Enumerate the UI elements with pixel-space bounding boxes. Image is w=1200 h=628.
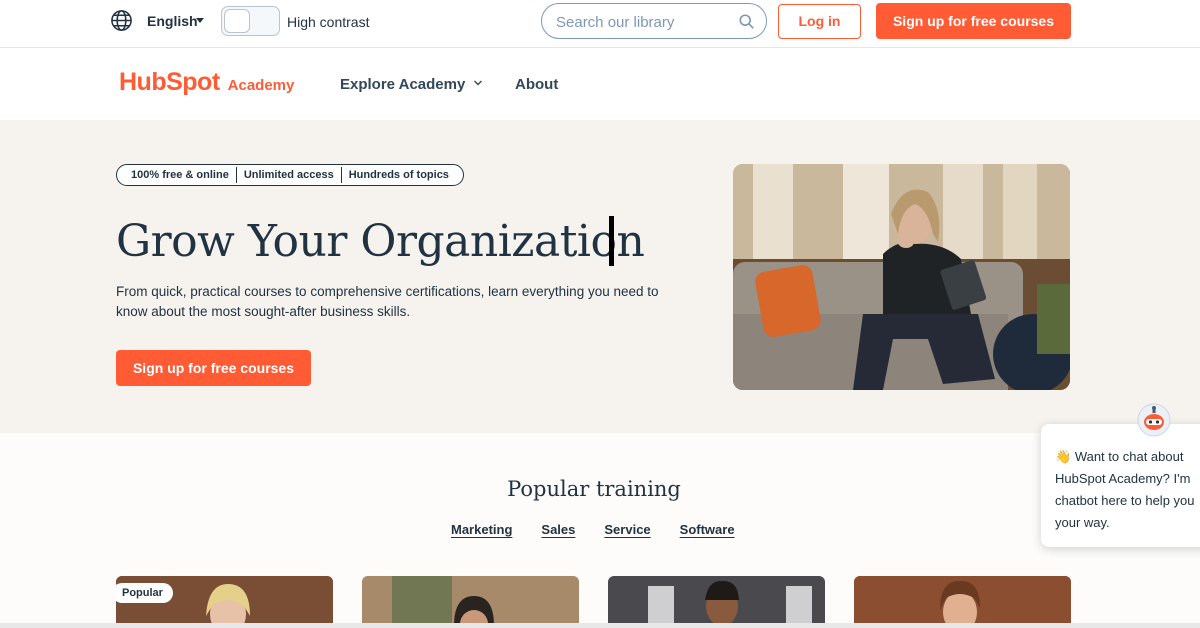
high-contrast-toggle[interactable]	[221, 6, 280, 36]
pill-topics: Hundreds of topics	[340, 167, 456, 183]
nav-about[interactable]: About	[515, 76, 558, 93]
globe-icon[interactable]	[110, 9, 133, 32]
utility-bar: English High contrast Log in Sign up for…	[0, 0, 1200, 48]
pill-unlimited: Unlimited access	[235, 167, 341, 183]
logo-wordmark: HubSpot	[119, 68, 220, 96]
course-card-image	[608, 576, 825, 628]
hero-photo	[733, 164, 1070, 390]
chat-message-text: Want to chat about HubSpot Academy? I'm …	[1055, 449, 1195, 530]
tab-marketing[interactable]: Marketing	[451, 522, 512, 537]
popular-training-section: Popular training Marketing Sales Service…	[0, 433, 1200, 628]
popular-training-title: Popular training	[507, 477, 681, 501]
course-card[interactable]: Popular	[116, 576, 333, 628]
hero-section: 100% free & online Unlimited access Hund…	[0, 120, 1200, 433]
course-card-image	[854, 576, 1071, 628]
hubspot-academy-logo[interactable]: HubSpot Academy	[119, 68, 294, 100]
logo-academy-text: Academy	[227, 77, 295, 94]
course-cards: Popular	[116, 576, 1071, 628]
high-contrast-label: High contrast	[287, 14, 370, 30]
wave-emoji: 👋	[1055, 449, 1072, 464]
chat-widget[interactable]: 👋 Want to chat about HubSpot Academy? I'…	[1041, 424, 1200, 547]
toggle-knob	[224, 9, 250, 33]
course-card-image	[362, 576, 579, 628]
tab-software[interactable]: Software	[680, 522, 735, 537]
search-icon[interactable]	[738, 13, 756, 31]
feature-pills: 100% free & online Unlimited access Hund…	[116, 164, 464, 186]
course-card[interactable]	[854, 576, 1071, 628]
popular-badge: Popular	[116, 583, 173, 603]
typing-cursor	[609, 216, 614, 266]
horizontal-scrollbar[interactable]	[0, 623, 1200, 628]
course-card[interactable]	[362, 576, 579, 628]
tab-sales[interactable]: Sales	[541, 522, 575, 537]
popular-training-tabs: Marketing Sales Service Software	[451, 522, 735, 537]
nav-explore-academy[interactable]: Explore Academy	[340, 76, 465, 93]
hero-description: From quick, practical courses to compreh…	[116, 284, 659, 319]
tab-service[interactable]: Service	[604, 522, 650, 537]
search-input[interactable]	[556, 12, 736, 32]
hero-signup-button[interactable]: Sign up for free courses	[116, 350, 311, 386]
chatbot-avatar-icon[interactable]	[1137, 403, 1171, 437]
login-button[interactable]: Log in	[778, 4, 861, 39]
caret-down-icon[interactable]	[196, 18, 204, 23]
chat-message: 👋 Want to chat about HubSpot Academy? I'…	[1055, 446, 1200, 534]
chevron-down-icon[interactable]	[473, 78, 483, 88]
search-box	[541, 3, 767, 39]
main-nav: HubSpot Academy Explore Academy About	[0, 48, 1200, 120]
pill-free: 100% free & online	[131, 169, 229, 181]
signup-top-button[interactable]: Sign up for free courses	[876, 3, 1071, 39]
hero-headline: Grow Your Organization	[116, 216, 645, 267]
course-card[interactable]	[608, 576, 825, 628]
language-selector[interactable]: English	[147, 13, 198, 29]
